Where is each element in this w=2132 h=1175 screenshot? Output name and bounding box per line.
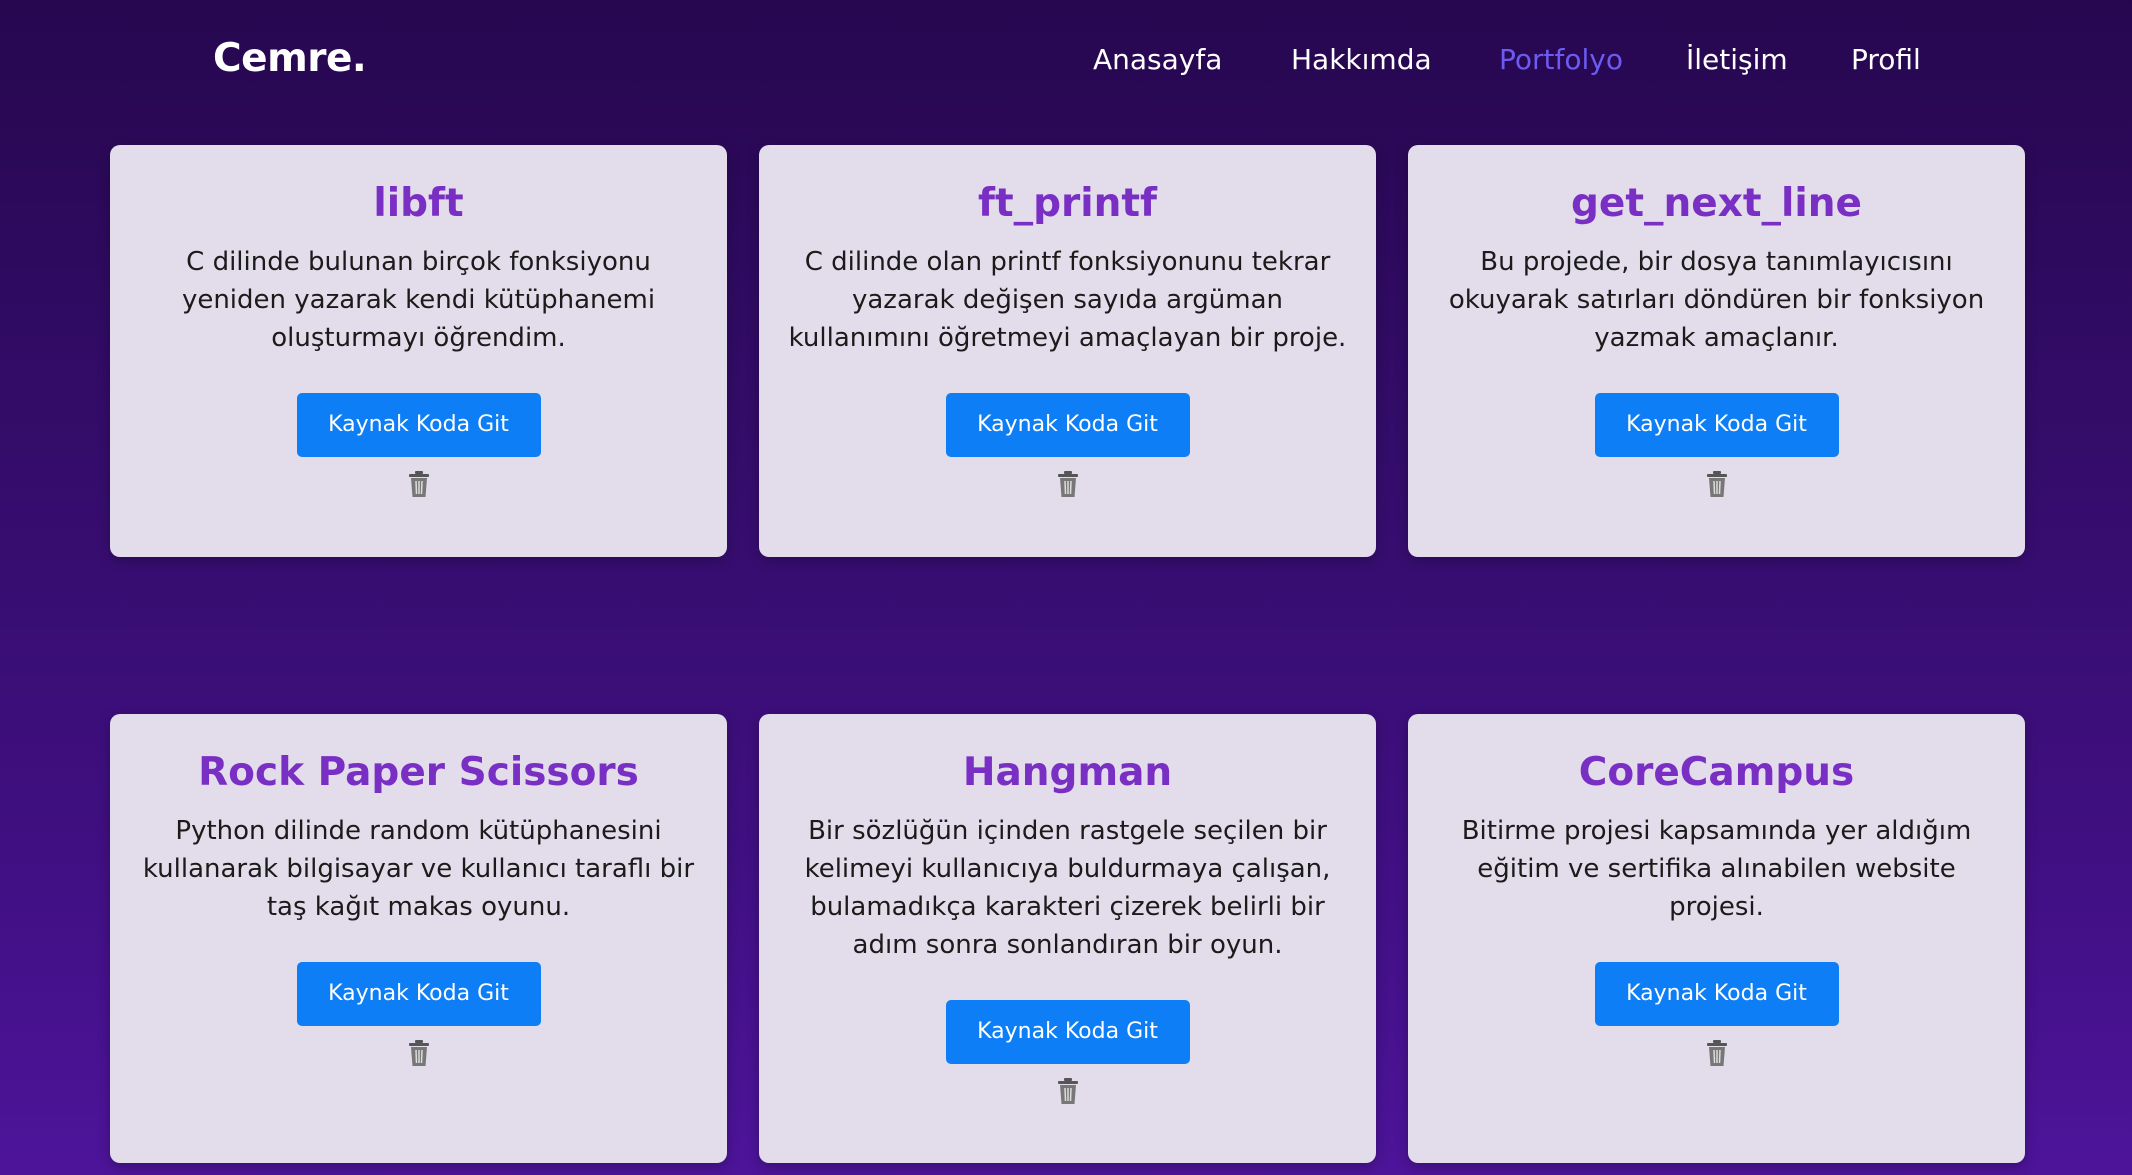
source-code-button[interactable]: Kaynak Koda Git [296, 393, 541, 457]
source-code-button[interactable]: Kaynak Koda Git [1594, 962, 1839, 1026]
project-card-hangman: Hangman Bir sözlüğün içinden rastgele se… [759, 714, 1376, 1163]
project-title: Hangman [962, 750, 1173, 795]
project-description: Bu projede, bir dosya tanımlayıcısını ok… [1448, 247, 1985, 353]
project-title: CoreCampus [1578, 750, 1855, 795]
project-title: ft_printf [977, 181, 1157, 226]
source-code-button[interactable]: Kaynak Koda Git [945, 1000, 1190, 1064]
trash-icon[interactable] [406, 1038, 432, 1068]
source-code-button[interactable]: Kaynak Koda Git [296, 962, 541, 1026]
project-card-libft: libft C dilinde bulunan birçok fonksiyon… [110, 145, 727, 557]
source-code-button[interactable]: Kaynak Koda Git [945, 393, 1190, 457]
project-title: libft [373, 181, 464, 226]
source-code-button[interactable]: Kaynak Koda Git [1594, 393, 1839, 457]
trash-icon[interactable] [1055, 469, 1081, 499]
project-description: C dilinde olan printf fonksiyonunu tekra… [788, 247, 1347, 353]
trash-icon[interactable] [1055, 1076, 1081, 1106]
project-card-rock-paper-scissors: Rock Paper Scissors Python dilinde rando… [110, 714, 727, 1163]
project-description: Bir sözlüğün içinden rastgele seçilen bi… [804, 816, 1331, 960]
trash-icon[interactable] [1704, 469, 1730, 499]
project-card-get-next-line: get_next_line Bu projede, bir dosya tanı… [1408, 145, 2025, 557]
project-card-ft-printf: ft_printf C dilinde olan printf fonksiyo… [759, 145, 1376, 557]
trash-icon[interactable] [1704, 1038, 1730, 1068]
portfolio-grid: libft C dilinde bulunan birçok fonksiyon… [0, 0, 2132, 1175]
project-title: Rock Paper Scissors [198, 750, 639, 795]
project-description: Python dilinde random kütüphanesini kull… [142, 816, 695, 922]
trash-icon[interactable] [406, 469, 432, 499]
project-description: C dilinde bulunan birçok fonksiyonu yeni… [181, 247, 656, 353]
project-card-corecampus: CoreCampus Bitirme projesi kapsamında ye… [1408, 714, 2025, 1163]
project-description: Bitirme projesi kapsamında yer aldığım e… [1461, 816, 1972, 922]
project-title: get_next_line [1571, 181, 1862, 226]
